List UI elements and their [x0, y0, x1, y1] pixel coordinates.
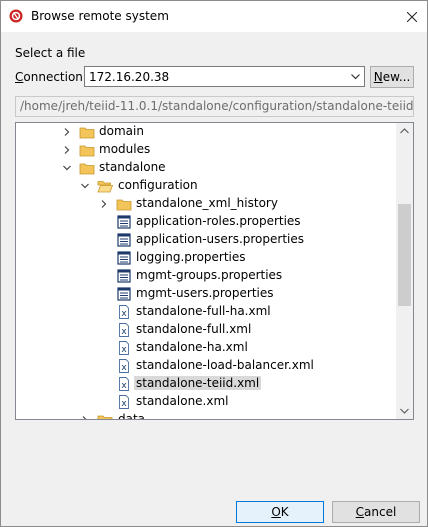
chevron-right-icon[interactable]	[79, 414, 91, 419]
chevron-right-icon[interactable]	[98, 198, 110, 210]
tree-item[interactable]: mgmt-groups.properties	[16, 267, 396, 285]
properties-file-icon	[117, 251, 131, 265]
close-icon	[406, 11, 418, 23]
svg-text:x: x	[121, 345, 127, 355]
app-logo-icon	[9, 9, 23, 23]
properties-file-icon	[117, 269, 131, 283]
tree-item-label: standalone_xml_history	[136, 196, 278, 210]
tree-item-label: configuration	[118, 178, 198, 192]
folder-icon	[97, 415, 113, 419]
ok-button[interactable]: OK	[236, 501, 324, 523]
select-file-label: Select a file	[15, 46, 86, 60]
svg-text:x: x	[121, 381, 127, 391]
tree-item[interactable]: x standalone-teiid.xml	[16, 375, 396, 393]
properties-file-icon	[117, 287, 131, 301]
connection-label: Connection:	[15, 70, 87, 84]
chevron-down-icon	[351, 74, 360, 80]
title-bar: Browse remote system	[1, 1, 427, 32]
tree-item[interactable]: application-roles.properties	[16, 213, 396, 231]
tree-item[interactable]: x standalone-ha.xml	[16, 339, 396, 357]
xml-file-icon: x	[119, 323, 129, 337]
tree-item-label: standalone	[99, 160, 166, 174]
tree-item-label: standalone-full-ha.xml	[136, 304, 271, 318]
xml-file-icon: x	[119, 395, 129, 409]
tree-viewport: domain modules standalone configuration stan…	[16, 123, 396, 419]
tree-item-label: standalone-ha.xml	[136, 340, 248, 354]
tree-item-label: standalone.xml	[136, 394, 229, 408]
folder-icon	[79, 145, 95, 157]
tree-item-label: mgmt-groups.properties	[136, 268, 283, 282]
tree-item-label: standalone-load-balancer.xml	[136, 358, 314, 372]
tree-item-label: modules	[99, 142, 151, 156]
tree-item-label: standalone-teiid.xml	[134, 376, 262, 390]
tree-item[interactable]: x standalone-full.xml	[16, 321, 396, 339]
connection-combo[interactable]: 172.16.20.38	[84, 66, 365, 87]
chevron-down-icon[interactable]	[79, 180, 91, 192]
tree-item[interactable]: x standalone.xml	[16, 393, 396, 411]
tree-item[interactable]: standalone	[16, 159, 396, 177]
tree-item[interactable]: configuration	[16, 177, 396, 195]
folder-icon	[79, 127, 95, 139]
tree-item[interactable]: application-users.properties	[16, 231, 396, 249]
file-tree[interactable]: domain modules standalone configuration stan…	[15, 122, 414, 420]
tree-item[interactable]: x standalone-full-ha.xml	[16, 303, 396, 321]
tree-item[interactable]: mgmt-users.properties	[16, 285, 396, 303]
tree-item[interactable]: data	[16, 411, 396, 419]
tree-item-label: domain	[99, 124, 144, 138]
svg-text:x: x	[121, 327, 127, 337]
window-title: Browse remote system	[31, 9, 169, 23]
new-connection-button[interactable]: New...	[370, 66, 414, 88]
tree-item[interactable]: domain	[16, 123, 396, 141]
xml-file-icon: x	[119, 377, 129, 391]
folder-open-icon	[97, 181, 113, 193]
vertical-scrollbar[interactable]	[396, 123, 413, 419]
tree-item[interactable]: x standalone-load-balancer.xml	[16, 357, 396, 375]
xml-file-icon: x	[119, 305, 129, 319]
chevron-right-icon[interactable]	[61, 126, 73, 138]
tree-item[interactable]: standalone_xml_history	[16, 195, 396, 213]
path-field: /home/jreh/teiid-11.0.1/standalone/confi…	[15, 96, 414, 117]
properties-file-icon	[117, 215, 131, 229]
xml-file-icon: x	[119, 359, 129, 373]
tree-item-label: mgmt-users.properties	[136, 286, 274, 300]
properties-file-icon	[117, 233, 131, 247]
scroll-thumb[interactable]	[398, 204, 411, 306]
folder-icon	[116, 199, 132, 211]
tree-item[interactable]: modules	[16, 141, 396, 159]
tree-item-label: application-users.properties	[136, 232, 304, 246]
close-button[interactable]	[397, 1, 427, 32]
scroll-down-icon[interactable]	[396, 402, 413, 419]
chevron-down-icon[interactable]	[61, 162, 73, 174]
scroll-up-icon[interactable]	[396, 123, 413, 140]
connection-value: 172.16.20.38	[89, 70, 170, 84]
tree-item-label: data	[118, 412, 146, 419]
svg-text:x: x	[121, 309, 127, 319]
tree-item-label: application-roles.properties	[136, 214, 301, 228]
folder-icon	[79, 163, 95, 175]
tree-item-label: logging.properties	[136, 250, 246, 264]
svg-text:x: x	[121, 399, 127, 409]
tree-item[interactable]: logging.properties	[16, 249, 396, 267]
browse-remote-dialog: Browse remote system Select a file Conne…	[0, 0, 428, 527]
xml-file-icon: x	[119, 341, 129, 355]
cancel-button[interactable]: Cancel	[332, 501, 420, 523]
svg-text:x: x	[121, 363, 127, 373]
chevron-right-icon[interactable]	[61, 144, 73, 156]
tree-item-label: standalone-full.xml	[136, 322, 252, 336]
